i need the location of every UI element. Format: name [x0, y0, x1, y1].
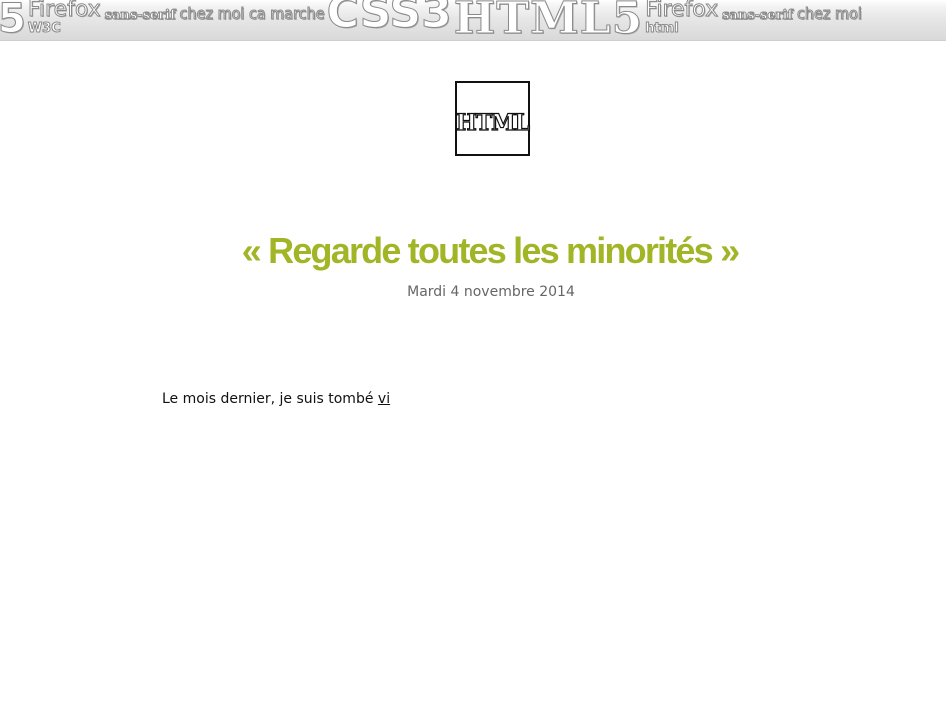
- banner-word: Firefox: [645, 0, 719, 22]
- site-logo[interactable]: HTML: [455, 81, 531, 156]
- banner-column: sans-serif: [722, 0, 795, 23]
- banner-word: sans-serif: [104, 8, 176, 23]
- post-title[interactable]: « Regarde toutes les minorités »: [0, 230, 946, 272]
- banner-strip: 5 Firefox W3C sans-serif chez moi ca mar…: [0, 0, 864, 41]
- banner-w3c: W3C: [27, 21, 61, 37]
- banner-word: Firefox: [27, 0, 101, 22]
- site-logo-text: HTML: [455, 109, 530, 136]
- banner-column: sans-serif: [104, 0, 178, 23]
- post-body-text: Le mois dernier, je suis tombé: [162, 391, 378, 407]
- banner-word: chez moi ca marche: [179, 4, 325, 23]
- post-body: Le mois dernier, je suis tombé vi: [162, 391, 390, 407]
- banner-word: sans-serif: [722, 8, 794, 23]
- header-banner: 5 Firefox W3C sans-serif chez moi ca mar…: [0, 0, 946, 41]
- banner-word: chez moi: [796, 4, 862, 23]
- post-body-link[interactable]: vi: [378, 391, 390, 407]
- post-date: Mardi 4 novembre 2014: [407, 284, 575, 300]
- banner-column: Firefox html: [645, 0, 720, 37]
- banner-word: HTML5: [453, 0, 644, 41]
- banner-html-badge: html: [645, 21, 679, 37]
- banner-word: 5: [0, 0, 26, 41]
- banner-word: CSS3: [326, 0, 452, 38]
- banner-column: Firefox W3C: [27, 0, 103, 37]
